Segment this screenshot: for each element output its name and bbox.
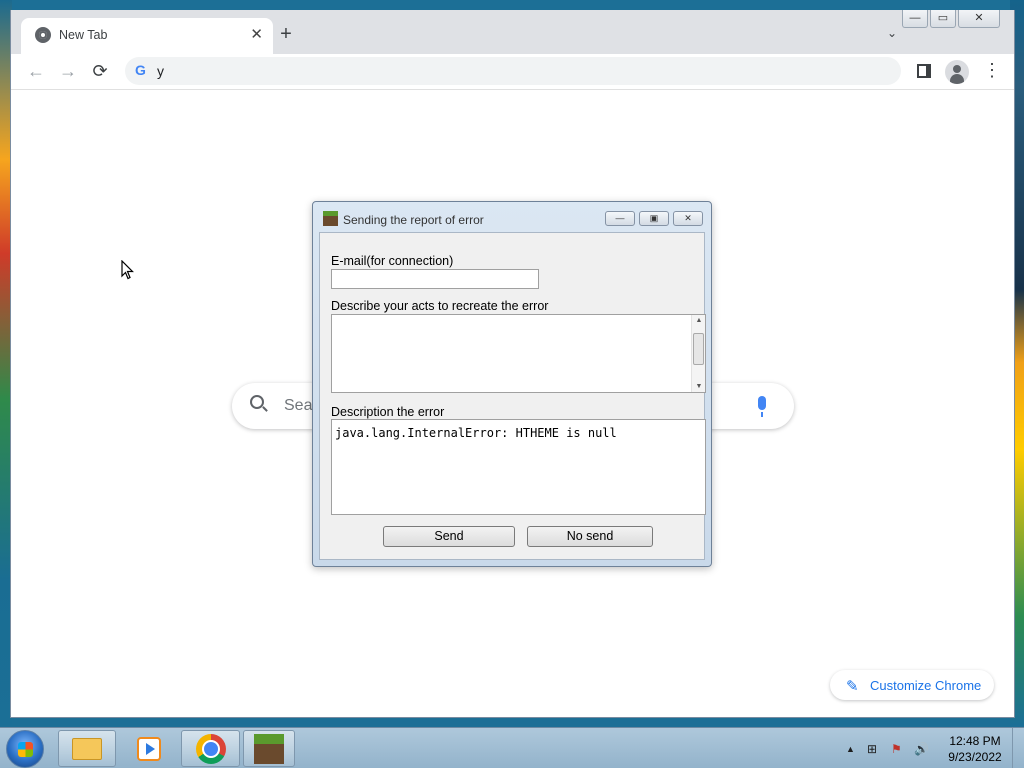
google-icon: G	[135, 62, 146, 78]
network-icon[interactable]: ⊞	[867, 742, 877, 756]
describe-label: Describe your acts to recreate the error	[331, 299, 549, 313]
profile-avatar-icon[interactable]	[945, 60, 969, 84]
search-icon	[250, 395, 264, 409]
taskbar-media-player[interactable]	[120, 730, 178, 767]
tab-title: New Tab	[59, 28, 108, 42]
taskbar: ▲ ⊞ ⚑ 🔊 12:48 PM 9/23/2022	[0, 727, 1024, 768]
minimize-button[interactable]: —	[902, 10, 928, 28]
describe-scrollbar[interactable]: ▲ ▼	[691, 315, 705, 392]
tab-strip: New Tab ✕ + ⌄ — ▭ ✕	[11, 10, 1014, 54]
start-button[interactable]	[6, 730, 44, 768]
reload-icon[interactable]: ⟳	[89, 60, 111, 82]
clock-date[interactable]: 9/23/2022	[944, 750, 1006, 764]
email-label: E-mail(for connection)	[331, 254, 454, 268]
media-player-icon	[137, 736, 161, 761]
dialog-maximize-button[interactable]: ▣	[639, 211, 669, 226]
dialog-close-button[interactable]: ✕	[673, 211, 703, 226]
error-text: java.lang.InternalError: HTHEME is null	[335, 426, 617, 440]
minecraft-block-icon	[323, 211, 338, 226]
minecraft-icon	[254, 733, 284, 764]
describe-textarea[interactable]: ▲ ▼	[331, 314, 706, 393]
close-button[interactable]: ✕	[958, 10, 1000, 28]
customize-chrome-button[interactable]: ✎ Customize Chrome	[830, 670, 994, 700]
action-center-flag-icon[interactable]: ⚑	[891, 742, 902, 756]
clock-time[interactable]: 12:48 PM	[944, 734, 1006, 748]
window-controls: — ▭ ✕	[902, 10, 1000, 28]
email-field[interactable]	[331, 269, 539, 289]
error-report-dialog: Sending the report of error — ▣ ✕ E-mail…	[312, 201, 712, 567]
tab-close-icon[interactable]: ✕	[250, 25, 263, 43]
volume-icon[interactable]: 🔊	[914, 742, 929, 756]
tab-search-icon[interactable]: ⌄	[887, 26, 897, 40]
pencil-icon: ✎	[846, 678, 859, 695]
dialog-title: Sending the report of error	[343, 213, 484, 227]
show-desktop-button[interactable]	[1012, 728, 1024, 768]
no-send-button[interactable]: No send	[527, 526, 653, 547]
back-icon[interactable]: ←	[25, 60, 47, 82]
browser-toolbar: ← → ⟳ G y ⋮	[11, 54, 1014, 90]
dialog-title-bar[interactable]: Sending the report of error — ▣ ✕	[313, 202, 711, 230]
taskbar-minecraft[interactable]	[243, 730, 295, 767]
address-bar-text[interactable]: y	[157, 63, 164, 79]
scroll-thumb[interactable]	[693, 333, 704, 365]
menu-kebab-icon[interactable]: ⋮	[983, 61, 1001, 79]
error-description-box[interactable]: java.lang.InternalError: HTHEME is null	[331, 419, 706, 515]
dialog-minimize-button[interactable]: —	[605, 211, 635, 226]
folder-icon	[72, 737, 102, 760]
side-panel-icon[interactable]	[917, 64, 931, 78]
scroll-down-icon[interactable]: ▼	[692, 383, 706, 390]
dialog-window-controls: — ▣ ✕	[605, 211, 703, 226]
description-label: Description the error	[331, 405, 445, 419]
address-bar[interactable]: G y	[125, 57, 901, 85]
send-button[interactable]: Send	[383, 526, 515, 547]
chrome-icon	[195, 733, 226, 764]
dialog-body: E-mail(for connection) Describe your act…	[319, 232, 706, 560]
maximize-button[interactable]: ▭	[930, 10, 956, 28]
tab-new-tab[interactable]: New Tab ✕	[21, 18, 273, 54]
taskbar-explorer[interactable]	[58, 730, 116, 767]
forward-icon[interactable]: →	[57, 60, 79, 82]
scroll-up-icon[interactable]: ▲	[692, 317, 706, 324]
chrome-favicon-icon	[35, 27, 51, 43]
customize-chrome-label: Customize Chrome	[870, 678, 982, 693]
new-tab-button[interactable]: +	[275, 24, 297, 44]
tray-expand-icon[interactable]: ▲	[846, 744, 855, 754]
taskbar-chrome[interactable]	[181, 730, 240, 767]
microphone-icon[interactable]	[758, 396, 766, 417]
